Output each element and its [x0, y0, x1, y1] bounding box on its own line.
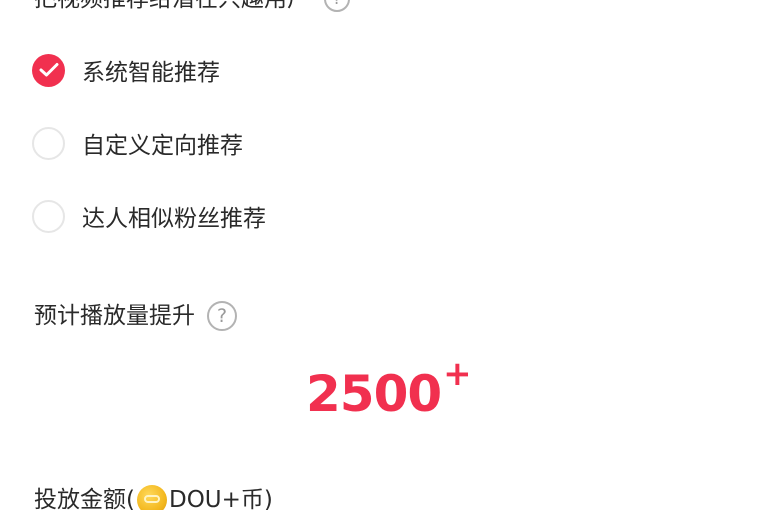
- amount-label-prefix: 投放金额(: [34, 487, 135, 510]
- option-custom-targeting[interactable]: 自定义定向推荐: [32, 125, 243, 161]
- targeting-heading: 把视频推荐给潜在兴趣用户 ?: [34, 0, 350, 14]
- option-system-recommend[interactable]: 系统智能推荐: [32, 52, 220, 88]
- radio-unchecked-icon[interactable]: [32, 126, 65, 160]
- estimate-label: 预计播放量提升 ?: [34, 300, 237, 332]
- radio-unchecked-icon[interactable]: [32, 199, 65, 233]
- option-label: 自定义定向推荐: [82, 133, 243, 159]
- dou-plus-order-page: 把视频推荐给潜在兴趣用户 ? 系统智能推荐 自定义定向推荐 达人相似粉丝推荐 预…: [0, 0, 768, 510]
- amount-label-suffix: DOU+币): [168, 487, 273, 510]
- radio-checked-icon[interactable]: [32, 53, 65, 87]
- estimate-value: 2500+: [306, 354, 472, 424]
- estimate-number: 2500: [306, 365, 442, 423]
- dou-coin-icon: [136, 485, 167, 510]
- estimate-plus: +: [443, 354, 472, 394]
- amount-label: 投放金额( DOU+币): [34, 484, 273, 510]
- estimate-label-text: 预计播放量提升: [34, 303, 195, 329]
- question-circle-icon[interactable]: ?: [207, 301, 237, 331]
- targeting-heading-text: 把视频推荐给潜在兴趣用户: [34, 0, 310, 14]
- option-label: 达人相似粉丝推荐: [82, 206, 266, 232]
- option-similar-fans[interactable]: 达人相似粉丝推荐: [32, 198, 266, 234]
- question-circle-icon[interactable]: ?: [324, 0, 350, 12]
- option-label: 系统智能推荐: [82, 60, 220, 86]
